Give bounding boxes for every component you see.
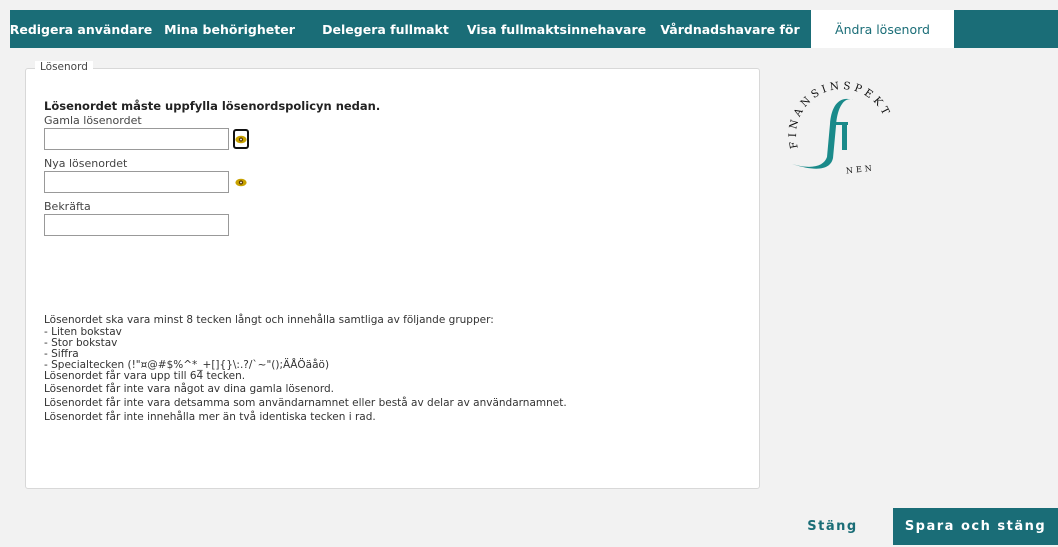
password-panel: Lösenord Lösenordet måste uppfylla lösen… — [25, 61, 760, 489]
save-and-close-button[interactable]: Spara och stäng — [893, 508, 1058, 545]
confirm-password-row — [44, 214, 744, 236]
tab-bar-spacer — [954, 10, 1058, 48]
rules-line: Lösenordet får inte innehålla mer än två… — [44, 411, 376, 423]
panel-legend: Lösenord — [35, 61, 93, 73]
confirm-password-label: Bekräfta — [44, 200, 91, 213]
rules-intro: Lösenordet ska vara minst 8 tecken långt… — [44, 314, 494, 326]
tab-delegate-power[interactable]: Delegera fullmakt — [307, 10, 464, 48]
tab-show-holders[interactable]: Visa fullmaktsinnehavare — [464, 10, 649, 48]
rules-line: Lösenordet får vara upp till 64 tecken. — [44, 370, 246, 382]
old-password-label: Gamla lösenordet — [44, 114, 142, 127]
rules-group-item: - Stor bokstav — [44, 337, 118, 349]
confirm-password-input[interactable] — [44, 214, 229, 236]
policy-title: Lösenordet måste uppfylla lösenordspolic… — [44, 99, 381, 113]
show-old-password-eye-icon[interactable] — [233, 129, 249, 149]
rules-line: Lösenordet får inte vara något av dina g… — [44, 383, 334, 395]
tab-my-permissions[interactable]: Mina behörigheter — [152, 10, 307, 48]
tab-edit-user[interactable]: Redigera användare — [10, 10, 153, 48]
tab-guardian-for[interactable]: Vårdnadshavare för — [649, 10, 811, 48]
new-password-label: Nya lösenordet — [44, 157, 128, 170]
finansinspektionen-logo: FINANSINSPEKTIO NEN — [780, 70, 890, 175]
password-form: Lösenordet måste uppfylla lösenordspolic… — [44, 99, 744, 243]
tab-bar: Redigera användare Mina behörigheter Del… — [10, 10, 1058, 48]
close-button[interactable]: Stäng — [800, 513, 865, 539]
password-rules: Lösenordet ska vara minst 8 tecken långt… — [44, 313, 567, 424]
show-new-password-eye-icon[interactable] — [233, 174, 248, 191]
tab-change-password[interactable]: Ändra lösenord — [811, 10, 954, 48]
rules-line: Lösenordet får inte vara detsamma som an… — [44, 397, 567, 409]
old-password-input[interactable] — [44, 128, 229, 150]
rules-group-item: - Liten bokstav — [44, 326, 122, 338]
svg-text:NEN: NEN — [846, 163, 876, 175]
old-password-row — [44, 128, 744, 150]
new-password-input[interactable] — [44, 171, 229, 193]
new-password-row — [44, 171, 744, 193]
